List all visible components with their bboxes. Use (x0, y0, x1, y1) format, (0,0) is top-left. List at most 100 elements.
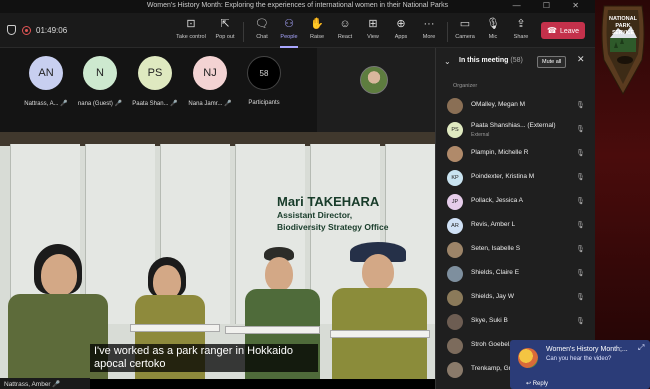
window-titlebar: Women's History Month: Exploring the exp… (0, 0, 595, 13)
avatar (447, 338, 463, 354)
meeting-timer: 01:49:06 (36, 26, 68, 35)
camera-button[interactable]: ▭ Camera (450, 17, 480, 45)
window-controls[interactable]: — ☐ ✕ (513, 1, 589, 10)
panel-title: In this meeting (58) (459, 57, 523, 64)
close-icon[interactable]: ✕ (577, 54, 585, 65)
participant-tile[interactable]: AN Nattrass, A... 🎤 (22, 56, 70, 107)
mic-icon: 🎤 (52, 381, 61, 388)
avatar: JP (447, 194, 463, 210)
avatar (447, 314, 463, 330)
toast-title: Women's History Month;... (546, 346, 628, 353)
mute-all-button[interactable]: Mute all (537, 56, 567, 68)
list-item[interactable]: Shields, Claire E 🎙 (436, 262, 596, 286)
desk (130, 324, 220, 332)
raise-hand-icon: ✋ (310, 18, 324, 30)
view-button[interactable]: ⊞ View (358, 17, 388, 45)
mic-button[interactable]: 🎙 Mic (478, 17, 508, 45)
main-video[interactable]: Mari TAKEHARA Assistant Director, Biodiv… (0, 132, 435, 379)
apps-button[interactable]: ⊕ Apps (386, 17, 416, 45)
svg-text:NATIONAL: NATIONAL (609, 16, 638, 22)
people-panel: ⌄ In this meeting (58) Mute all ✕ Organi… (435, 48, 595, 389)
svg-text:PARK: PARK (615, 23, 630, 29)
ranger-person (332, 242, 427, 379)
participant-tile[interactable]: NJ Nana Jamr... 🎤 (186, 56, 234, 107)
avatar: PS (447, 122, 463, 138)
toast-message: Can you hear the video? (546, 356, 612, 362)
avatar (447, 362, 463, 378)
react-icon: ☺ (339, 18, 351, 30)
camera-off-icon: ▭ (459, 18, 471, 30)
avatar: AR (447, 218, 463, 234)
avatar: KP (447, 170, 463, 186)
shield-icon (7, 25, 16, 35)
view-icon: ⊞ (368, 18, 378, 30)
mic-off-icon: 🎙 (576, 150, 585, 157)
share-icon: ⇪ (516, 18, 526, 30)
leave-button[interactable]: ☎ Leave (541, 22, 585, 39)
participant-tile[interactable]: N nana (Guest) 🎤 (76, 56, 124, 107)
mic-off-icon: 🎤 (60, 101, 68, 107)
phone-icon: ☎ (546, 26, 557, 35)
meeting-toolbar: 01:49:06 ⊡ Take control ⇱ Pop out 🗨 Chat… (0, 13, 595, 48)
more-icon: ··· (423, 18, 435, 30)
mic-off-icon: 🎤 (224, 101, 232, 107)
list-item[interactable]: PS Paata Shanshias... (External) External 🎙 (436, 118, 596, 142)
mic-off-icon: 🎙 (576, 174, 585, 181)
toolbar-divider (243, 22, 244, 42)
more-participants-tile[interactable]: 58 Participants (240, 56, 288, 106)
avatar (447, 146, 463, 162)
nps-arrowhead-logo: NATIONAL PARK SERVICE (601, 5, 645, 96)
raise-hand-button[interactable]: ✋ Raise (302, 17, 332, 45)
svg-text:SERVICE: SERVICE (612, 30, 635, 36)
list-item[interactable]: Shields, Jay W 🎙 (436, 286, 596, 310)
popout-icon: ⇱ (220, 18, 230, 30)
speaker-title-card: Mari TAKEHARA Assistant Director, Biodiv… (277, 194, 389, 232)
people-panel-header: ⌄ In this meeting (58) Mute all ✕ (436, 48, 596, 74)
mic-off-icon: 🎤 (114, 101, 123, 107)
participant-strip: AN Nattrass, A... 🎤 N nana (Guest) 🎤 PS … (0, 48, 435, 132)
reply-icon: ↩ (526, 381, 532, 387)
avatar (360, 66, 388, 94)
avatar: AN (29, 56, 63, 90)
participant-tile[interactable]: PS Paata Shan... 🎤 (131, 56, 179, 107)
chat-notification-toast[interactable]: Women's History Month;... Can you hear t… (510, 340, 650, 389)
apps-icon: ⊕ (396, 18, 406, 30)
avatar: PS (138, 56, 172, 90)
avatar (447, 98, 463, 114)
people-icon: ⚇ (284, 18, 294, 30)
chevron-down-icon[interactable]: ⌄ (444, 57, 451, 66)
people-button[interactable]: ⚇ People (274, 17, 304, 48)
desk (330, 330, 430, 338)
mic-off-icon: 🎙 (576, 102, 585, 109)
pop-out-button[interactable]: ⇱ Pop out (210, 17, 240, 45)
react-button[interactable]: ☺ React (330, 17, 360, 45)
recording-icon (22, 26, 31, 35)
take-control-button[interactable]: ⊡ Take control (176, 17, 206, 45)
mic-off-icon: 🎙 (576, 246, 585, 253)
list-item[interactable]: Skye, Suki B 🎙 (436, 310, 596, 334)
toolbar-divider (447, 22, 448, 42)
mic-off-icon: 🎙 (576, 294, 585, 301)
expand-icon[interactable]: ⤢ (638, 343, 644, 353)
list-item[interactable]: JP Pollack, Jessica A 🎙 (436, 190, 596, 214)
participant-list: OMalley, Megan M 🎙 PS Paata Shanshias... (… (436, 94, 596, 382)
self-video-tile[interactable] (317, 48, 435, 132)
share-button[interactable]: ⇪ Share (506, 17, 536, 45)
list-item[interactable]: Plampin, Michelle R 🎙 (436, 142, 596, 166)
chat-button[interactable]: 🗨 Chat (247, 17, 277, 45)
list-item[interactable]: OMalley, Megan M 🎙 (436, 94, 596, 118)
mic-off-icon: 🎙 (576, 270, 585, 277)
reply-button[interactable]: ↩ Reply (526, 380, 548, 387)
take-control-icon: ⊡ (186, 18, 196, 30)
list-item[interactable]: Seten, Isabelle S 🎙 (436, 238, 596, 262)
avatar (447, 242, 463, 258)
more-button[interactable]: ··· More (414, 17, 444, 45)
avatar (447, 290, 463, 306)
presenter-name: Nattrass, Amber 🎤 (0, 378, 90, 389)
chat-icon: 🗨 (255, 18, 269, 30)
list-item[interactable]: AR Revis, Amber L 🎙 (436, 214, 596, 238)
organizer-label: Organizer (453, 83, 478, 89)
live-caption: I've worked as a park ranger in Hokkaido… (90, 344, 318, 372)
list-item[interactable]: KP Poindexter, Kristina M 🎙 (436, 166, 596, 190)
mic-off-icon: 🎙 (576, 198, 585, 205)
